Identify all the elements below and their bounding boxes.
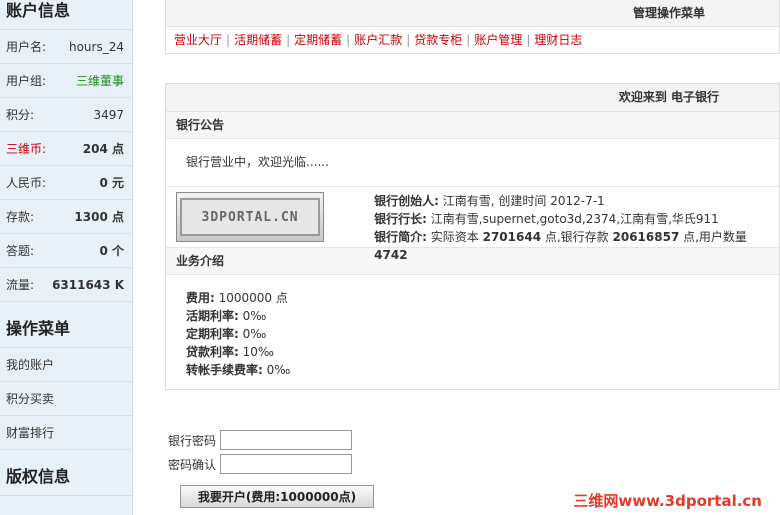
intro-deposit: 20616857 — [612, 230, 680, 244]
biz-label: 活期利率: — [186, 309, 239, 323]
nav-separator: | — [226, 33, 231, 47]
bank-password-input[interactable] — [220, 430, 352, 450]
president-value: 江南有雪,supernet,goto3d,2374,江南有雪,华氏911 — [426, 212, 719, 226]
notice-title: 银行公告 — [166, 112, 779, 139]
top-menu-title: 管理操作菜单 — [166, 0, 779, 27]
info-value: hours_24 — [68, 39, 124, 54]
president-label: 银行行长: — [374, 212, 427, 226]
intro-line: 银行简介: 实际资本 2701644 点,银行存款 20616857 点,用户数… — [374, 228, 779, 264]
nav-business-hall[interactable]: 营业大厅 — [174, 33, 222, 47]
nav-loan-counter[interactable]: 贷款专柜 — [414, 33, 462, 47]
info-value: 3497 — [93, 107, 124, 122]
biz-label: 定期利率: — [186, 327, 239, 341]
biz-label: 贷款利率: — [186, 345, 239, 359]
info-value: 1300 点 — [74, 210, 124, 224]
founder-label: 银行创始人: — [374, 194, 439, 208]
bank-details: 银行创始人: 江南有雪, 创建时间 2012-7-1 银行行长: 江南有雪,su… — [374, 187, 779, 262]
nav-separator: | — [466, 33, 471, 47]
biz-value: 1000000 点 — [214, 291, 288, 305]
open-account-button[interactable]: 我要开户(费用:1000000点) — [180, 485, 374, 508]
confirm-row: 密码确认 — [168, 452, 352, 476]
nav-separator: | — [346, 33, 351, 47]
founder-line: 银行创始人: 江南有雪, 创建时间 2012-7-1 — [374, 192, 779, 210]
bank-logo-text: 3DPORTAL.CN — [180, 198, 321, 236]
info-value: 0 元 — [99, 176, 124, 190]
biz-value: 0‰ — [238, 327, 267, 341]
nav-remittance[interactable]: 账户汇款 — [354, 33, 402, 47]
biz-value: 10‰ — [238, 345, 274, 359]
info-key: 用户名: — [6, 40, 47, 54]
sidebar: 账户信息 用户名: hours_24 用户组: 三维董事 积分: 3497 三维… — [0, 0, 133, 515]
account-info-title: 账户信息 — [0, 0, 132, 30]
nav-fixed-savings[interactable]: 定期储蓄 — [294, 33, 342, 47]
nav-separator: | — [526, 33, 531, 47]
info-row-deposit: 存款: 1300 点 — [0, 200, 132, 234]
info-key: 人民币: — [6, 176, 47, 190]
intro-text: 实际资本 — [426, 230, 483, 244]
info-key: 用户组: — [6, 74, 47, 88]
info-key: 三维币: — [6, 142, 47, 156]
intro-text: 点,用户数量 — [679, 230, 747, 244]
biz-line-transfer-fee: 转帐手续费率: 0‰ — [186, 361, 779, 379]
menu-item-wealth-ranking[interactable]: 财富排行 — [0, 416, 132, 450]
info-row-username: 用户名: hours_24 — [0, 30, 132, 64]
nav-finance-log[interactable]: 理财日志 — [534, 33, 582, 47]
bank-welcome-title: 欢迎来到 电子银行 — [166, 84, 779, 112]
copyright-title: 版权信息 — [0, 450, 132, 496]
bank-logo: 3DPORTAL.CN — [176, 192, 325, 242]
operation-menu-title: 操作菜单 — [0, 302, 132, 348]
nav-separator: | — [286, 33, 291, 47]
password-label: 银行密码 — [168, 433, 217, 448]
site-watermark: 三维网www.3dportal.cn — [573, 492, 762, 510]
nav-separator: | — [406, 33, 411, 47]
president-line: 银行行长: 江南有雪,supernet,goto3d,2374,江南有雪,华氏9… — [374, 210, 779, 228]
biz-line-fixed-rate: 定期利率: 0‰ — [186, 325, 779, 343]
biz-label: 费用: — [186, 291, 215, 305]
nav-account-management[interactable]: 账户管理 — [474, 33, 522, 47]
info-value: 三维董事 — [75, 74, 124, 88]
info-row-usergroup: 用户组: 三维董事 — [0, 64, 132, 98]
biz-line-fee: 费用: 1000000 点 — [186, 289, 779, 307]
bank-info: 3DPORTAL.CN 银行创始人: 江南有雪, 创建时间 2012-7-1 银… — [166, 187, 779, 262]
biz-label: 转帐手续费率: — [186, 363, 263, 377]
confirm-label: 密码确认 — [168, 457, 217, 472]
main-area: 管理操作菜单 营业大厅 | 活期储蓄 | 定期储蓄 | 账户汇款 | 贷款专柜 | 账户管理 | 理财日… — [165, 0, 780, 390]
founder-value: 江南有雪, 创建时间 2012-7-1 — [438, 194, 605, 208]
info-row-rmb: 人民币: 0 元 — [0, 166, 132, 200]
intro-text: 点,银行存款 — [541, 230, 613, 244]
menu-item-my-account[interactable]: 我的账户 — [0, 348, 132, 382]
info-key: 答题: — [6, 244, 35, 258]
password-confirm-input[interactable] — [220, 454, 352, 474]
biz-line-current-rate: 活期利率: 0‰ — [186, 307, 779, 325]
menu-item-points-trade[interactable]: 积分买卖 — [0, 382, 132, 416]
info-row-traffic: 流量: 6311643 K — [0, 268, 132, 302]
notice-text: 银行营业中，欢迎光临...... — [166, 139, 779, 187]
business-details: 费用: 1000000 点 活期利率: 0‰ 定期利率: 0‰ 贷款利率: 10… — [166, 275, 779, 389]
info-key: 流量: — [6, 278, 35, 292]
biz-value: 0‰ — [262, 363, 291, 377]
open-account-form: 银行密码 密码确认 — [168, 428, 352, 476]
info-value: 204 点 — [82, 142, 124, 156]
biz-line-loan-rate: 贷款利率: 10‰ — [186, 343, 779, 361]
top-nav: 营业大厅 | 活期储蓄 | 定期储蓄 | 账户汇款 | 贷款专柜 | 账户管理 | 理财日志 — [166, 27, 779, 53]
bank-panel: 欢迎来到 电子银行 银行公告 银行营业中，欢迎光临...... 3DPORTAL… — [165, 83, 780, 390]
intro-label: 银行简介: — [374, 230, 427, 244]
info-value: 0 个 — [99, 244, 124, 258]
info-row-answers: 答题: 0 个 — [0, 234, 132, 268]
password-row: 银行密码 — [168, 428, 352, 452]
intro-capital: 2701644 — [482, 230, 542, 244]
intro-users: 4742 — [374, 248, 408, 262]
biz-value: 0‰ — [238, 309, 267, 323]
info-row-points: 积分: 3497 — [0, 98, 132, 132]
top-menu-panel: 管理操作菜单 营业大厅 | 活期储蓄 | 定期储蓄 | 账户汇款 | 贷款专柜 | 账户管理 | 理财日… — [165, 0, 780, 54]
info-key: 存款: — [6, 210, 35, 224]
info-value: 6311643 K — [52, 277, 124, 292]
nav-current-savings[interactable]: 活期储蓄 — [234, 33, 282, 47]
info-row-3d-coins: 三维币: 204 点 — [0, 132, 132, 166]
info-key: 积分: — [6, 108, 35, 122]
